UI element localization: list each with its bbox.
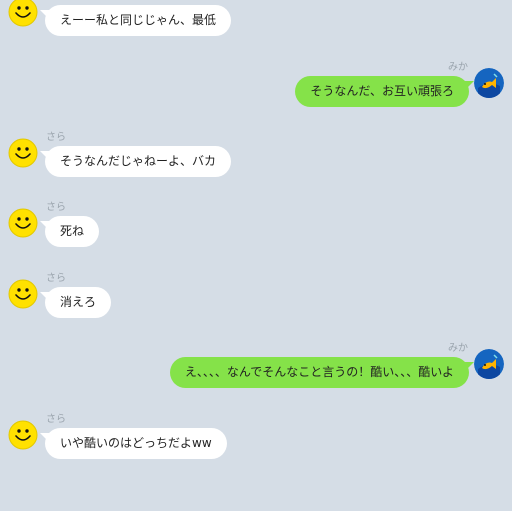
message-bubble[interactable]: えーー私と同じじゃん、最低 xyxy=(45,5,232,36)
message-bubble[interactable]: 死ね xyxy=(45,216,100,247)
smiley-avatar[interactable] xyxy=(8,279,38,309)
sender-name: さら xyxy=(46,202,66,213)
message-row: さら そうなんだじゃねーよ、バカ xyxy=(0,132,512,204)
chat-log: さら えーー私と同じじゃん、最低 みか そうなんだ、お互い頑張ろ さら そ xyxy=(0,0,512,511)
message-row: さら いや酷いのはどっちだよww xyxy=(0,414,512,486)
sender-name: みか xyxy=(448,343,468,354)
sender-name: さら xyxy=(46,132,66,143)
smiley-avatar[interactable] xyxy=(8,420,38,450)
message-row: さら 消えろ xyxy=(0,273,512,345)
message-row: みか え、、、、なんでそんなこと言うの！酷い、、、酷いよ xyxy=(0,343,512,415)
message-bubble[interactable]: 消えろ xyxy=(45,287,112,318)
message-bubble[interactable]: そうなんだじゃねーよ、バカ xyxy=(45,146,232,177)
smiley-avatar[interactable] xyxy=(8,0,38,27)
message-bubble[interactable]: いや酷いのはどっちだよww xyxy=(45,428,227,459)
smiley-avatar[interactable] xyxy=(8,208,38,238)
smiley-avatar[interactable] xyxy=(8,138,38,168)
message-row: みか そうなんだ、お互い頑張ろ xyxy=(0,62,512,134)
sender-name: みか xyxy=(448,62,468,73)
message-row: さら 死ね xyxy=(0,202,512,274)
sender-name: さら xyxy=(46,0,66,3)
message-row: さら えーー私と同じじゃん、最低 xyxy=(0,0,512,63)
fish-avatar[interactable] xyxy=(474,349,504,379)
fish-avatar[interactable] xyxy=(474,68,504,98)
sender-name: さら xyxy=(46,414,66,425)
sender-name: さら xyxy=(46,273,66,284)
message-bubble[interactable]: え、、、、なんでそんなこと言うの！酷い、、、酷いよ xyxy=(169,357,469,388)
message-bubble[interactable]: そうなんだ、お互い頑張ろ xyxy=(295,76,469,107)
